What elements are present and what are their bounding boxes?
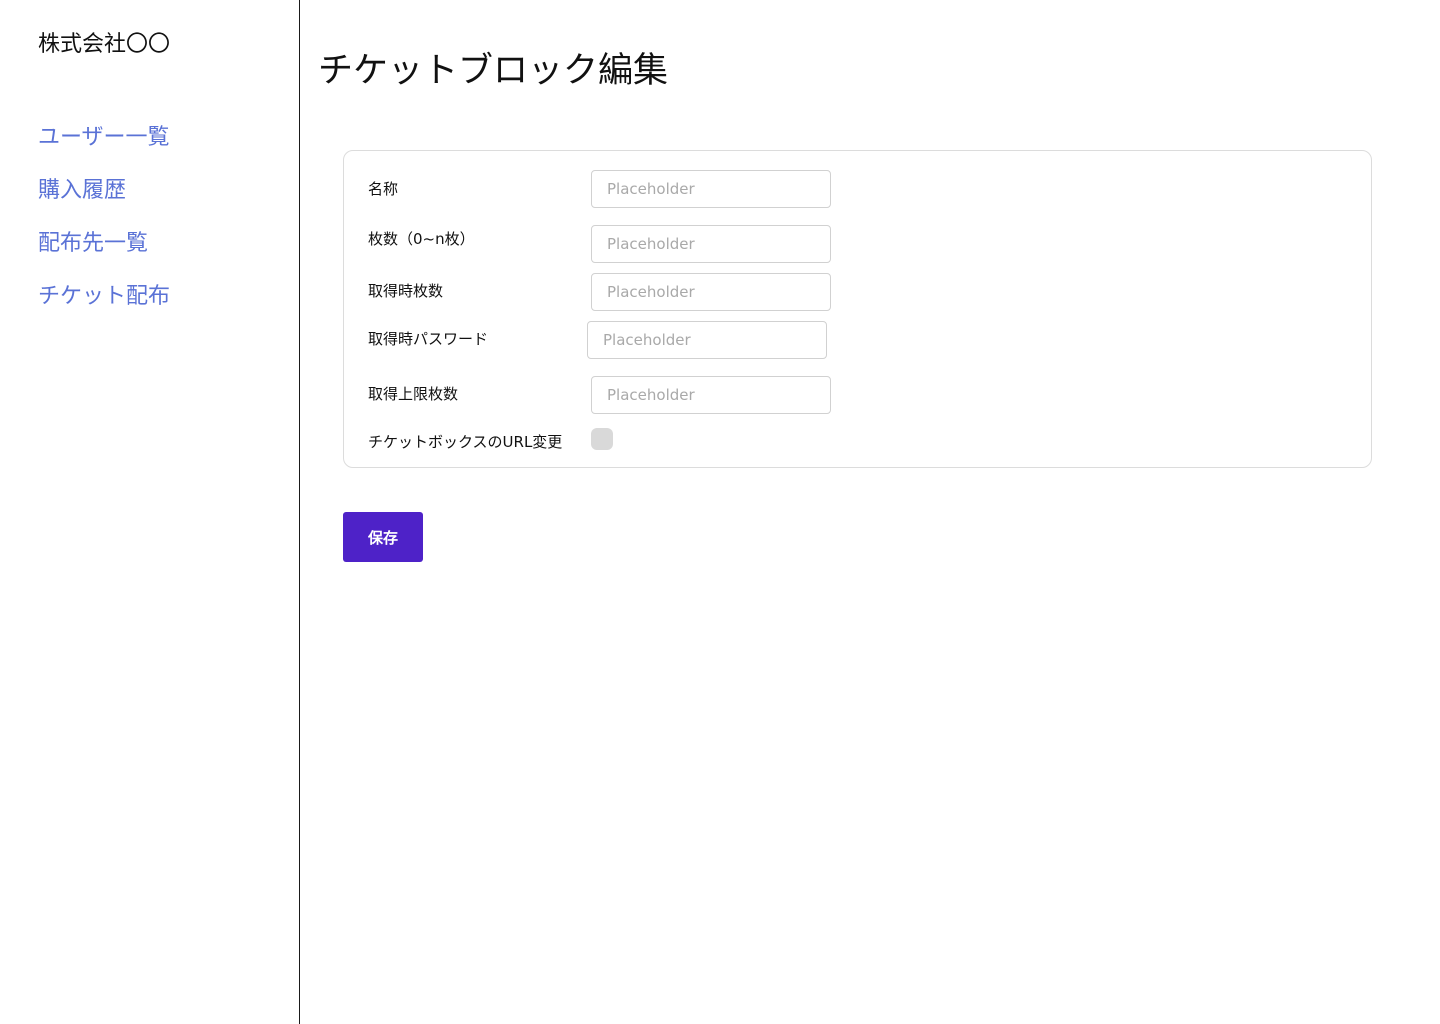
acquire-limit-label: 取得上限枚数 xyxy=(368,385,459,403)
url-change-label: チケットボックスのURL変更 xyxy=(368,433,563,451)
url-change-toggle[interactable] xyxy=(591,428,613,450)
page-title: チケットブロック編集 xyxy=(318,51,669,91)
acquire-password-input[interactable] xyxy=(587,321,827,359)
sidebar: 株式会社〇〇 ユーザー一覧 購入履歴 配布先一覧 チケット配布 xyxy=(0,0,300,1024)
sidebar-item-ticket-distribution[interactable]: チケット配布 xyxy=(38,281,170,334)
acquire-password-label: 取得時パスワード xyxy=(368,330,489,348)
sidebar-item-distribution-list[interactable]: 配布先一覧 xyxy=(38,228,170,281)
acquire-count-input[interactable] xyxy=(591,273,831,311)
sidebar-item-purchase-history[interactable]: 購入履歴 xyxy=(38,175,170,228)
name-label: 名称 xyxy=(368,180,399,198)
sidebar-nav: ユーザー一覧 購入履歴 配布先一覧 チケット配布 xyxy=(38,122,170,334)
save-button[interactable]: 保存 xyxy=(343,512,423,562)
sidebar-item-user-list[interactable]: ユーザー一覧 xyxy=(38,122,170,175)
company-name: 株式会社〇〇 xyxy=(38,32,171,57)
count-label: 枚数（0~n枚） xyxy=(368,230,475,248)
count-input[interactable] xyxy=(591,225,831,263)
acquire-count-label: 取得時枚数 xyxy=(368,282,444,300)
ticket-block-form: 名称 枚数（0~n枚） 取得時枚数 取得時パスワード 取得上限枚数 チケットボッ… xyxy=(343,150,1372,468)
name-input[interactable] xyxy=(591,170,831,208)
acquire-limit-input[interactable] xyxy=(591,376,831,414)
